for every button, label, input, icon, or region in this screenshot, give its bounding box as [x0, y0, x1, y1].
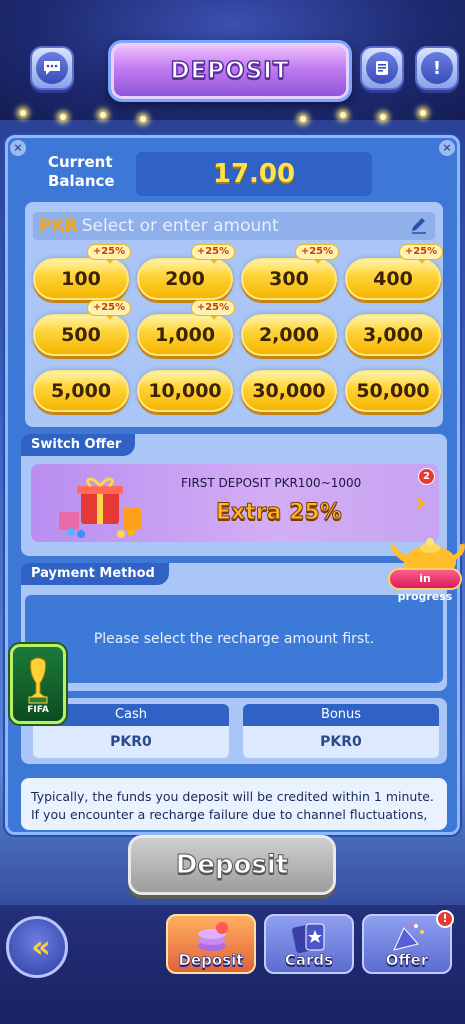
amount-option[interactable]: 200	[137, 258, 233, 300]
balance-label: Current Balance	[48, 153, 128, 191]
cards-icon	[292, 923, 325, 954]
deposit-note: Typically, the funds you deposit will be…	[21, 778, 447, 830]
amount-placeholder: Select or enter amount	[81, 216, 279, 236]
deposit-submit-button[interactable]: Deposit	[128, 835, 336, 895]
double-chevron-left-icon: «	[31, 929, 51, 965]
cash-value: PKR0	[110, 734, 152, 750]
amount-option-label: 500	[61, 324, 101, 346]
offer-count-badge: 2	[418, 468, 435, 485]
bonus-percent-tag: +25%	[295, 244, 339, 264]
tab-offer[interactable]: Offer !	[362, 910, 454, 974]
alert-icon: !	[421, 52, 453, 84]
offer-status-pill[interactable]: in progress	[388, 568, 462, 603]
party-popper-icon	[393, 922, 424, 951]
tab-cards[interactable]: Cards	[264, 914, 354, 974]
currency-label: PKR	[39, 216, 78, 236]
back-button[interactable]: «	[6, 916, 68, 978]
bonus-percent-tag: +25%	[87, 300, 131, 320]
cash-bonus-split: Cash PKR0 Bonus PKR0	[21, 698, 447, 764]
amount-option[interactable]: 10,000	[137, 370, 233, 412]
amount-option[interactable]: 400	[345, 258, 441, 300]
alert-button[interactable]: !	[415, 46, 459, 90]
amount-selector: PKR Select or enter amount 100 +25% 200 +25…	[25, 202, 443, 427]
switch-offer-title: Switch Offer	[21, 434, 136, 456]
amount-option-label: 10,000	[148, 380, 222, 402]
trophy-icon	[28, 657, 48, 704]
amount-option-label: 3,000	[362, 324, 424, 346]
offer-extra: Extra 25%	[216, 500, 343, 526]
amount-input[interactable]: PKR Select or enter amount	[33, 212, 435, 240]
payment-method-title: Payment Method	[21, 563, 169, 585]
amount-option[interactable]: 1,000	[137, 314, 233, 356]
coins-icon	[198, 922, 228, 951]
amount-option-label: 100	[61, 268, 101, 290]
amount-option-label: 400	[373, 268, 413, 290]
offer-title: FIRST DEPOSIT PKR100~1000	[181, 476, 362, 490]
balance-display: 17.00	[136, 152, 372, 196]
fifa-widget[interactable]: FIFA	[10, 644, 66, 724]
bonus-label: Bonus	[243, 704, 439, 726]
payment-message: Please select the recharge amount first.	[25, 595, 443, 683]
amount-option-label: 1,000	[154, 324, 216, 346]
amount-option-label: 200	[165, 268, 205, 290]
deposit-panel: × × Current Balance 17.00 PKR Select or …	[5, 135, 460, 835]
bonus-box: Bonus PKR0	[243, 704, 439, 758]
order-history-button[interactable]	[360, 46, 404, 90]
amount-option[interactable]: 300	[241, 258, 337, 300]
amount-option[interactable]: 5,000	[33, 370, 129, 412]
offer-alert-badge: !	[436, 910, 454, 928]
fifa-label: FIFA	[27, 705, 49, 715]
chat-bubble-icon	[36, 52, 68, 84]
balance-label-line2: Balance	[48, 172, 115, 190]
corner-bolt-icon: ×	[10, 140, 26, 156]
chat-button[interactable]	[30, 46, 74, 90]
amount-option[interactable]: 50,000	[345, 370, 441, 412]
bonus-value: PKR0	[320, 734, 362, 750]
offer-card[interactable]: FIRST DEPOSIT PKR100~1000 Extra 25% › 2	[31, 464, 439, 542]
amount-option[interactable]: 100	[33, 258, 129, 300]
string-lights	[0, 108, 465, 126]
chevron-right-icon[interactable]: ›	[415, 488, 433, 518]
amount-option-label: 300	[269, 268, 309, 290]
balance-label-line1: Current	[48, 153, 113, 171]
amount-option[interactable]: 30,000	[241, 370, 337, 412]
amount-option[interactable]: 2,000	[241, 314, 337, 356]
bonus-percent-tag: +25%	[191, 300, 235, 320]
order-history-icon	[366, 52, 398, 84]
corner-bolt-icon: ×	[439, 140, 455, 156]
amount-option-label: 2,000	[258, 324, 320, 346]
deposit-note-text: Typically, the funds you deposit will be…	[31, 789, 434, 830]
bonus-percent-tag: +25%	[191, 244, 235, 264]
tab-deposit[interactable]: Deposit	[166, 914, 256, 974]
bonus-percent-tag: +25%	[399, 244, 443, 264]
amount-option-label: 30,000	[252, 380, 326, 402]
amount-option-label: 50,000	[356, 380, 430, 402]
amount-option[interactable]: 500	[33, 314, 129, 356]
bonus-percent-tag: +25%	[87, 244, 131, 264]
deposit-button-label: Deposit	[175, 850, 289, 881]
amount-option[interactable]: 3,000	[345, 314, 441, 356]
pencil-icon[interactable]	[409, 216, 429, 236]
gift-box-icon	[59, 477, 141, 538]
page-title: DEPOSIT	[170, 57, 290, 85]
page-title-banner: DEPOSIT	[108, 40, 352, 102]
amount-option-label: 5,000	[50, 380, 112, 402]
balance-value: 17.00	[212, 159, 296, 189]
